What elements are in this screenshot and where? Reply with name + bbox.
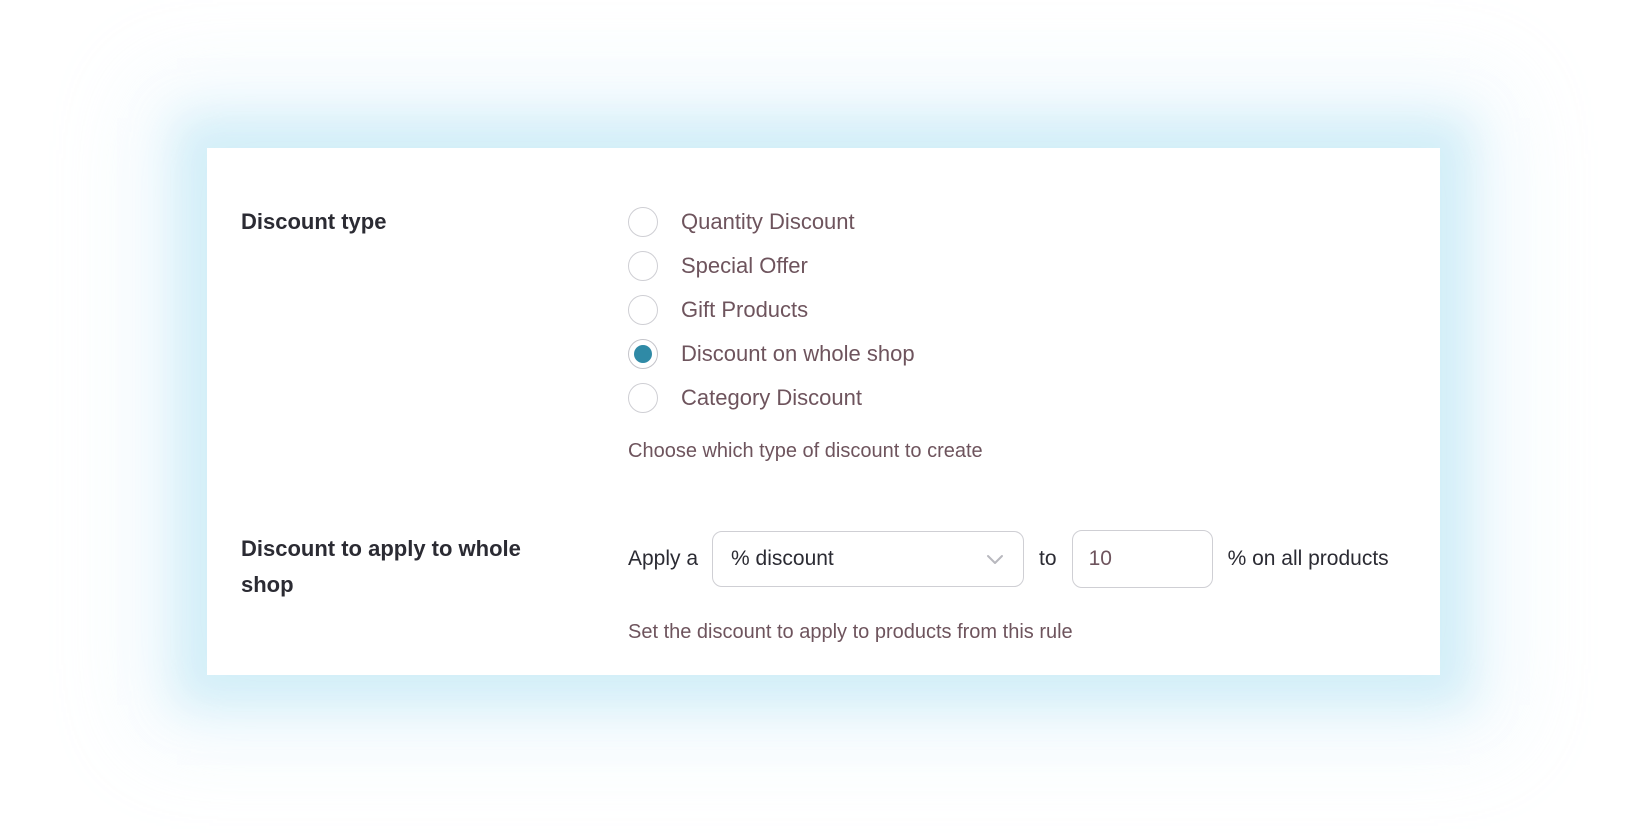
radio-button[interactable] <box>628 383 658 413</box>
discount-kind-select-value: % discount <box>731 547 834 570</box>
whole-shop-discount-label: Discount to apply to whole shop <box>241 536 521 597</box>
radio-gift-products[interactable]: Gift Products <box>628 288 915 332</box>
apply-prefix-text: Apply a <box>628 547 699 570</box>
radio-button[interactable] <box>628 339 658 369</box>
radio-button[interactable] <box>628 295 658 325</box>
discount-kind-select[interactable]: % discount <box>712 531 1025 587</box>
discount-type-help-text: Choose which type of discount to create <box>628 440 983 462</box>
radio-label: Gift Products <box>681 297 809 322</box>
radio-category-discount[interactable]: Category Discount <box>628 376 915 420</box>
whole-shop-help-text: Set the discount to apply to products fr… <box>628 621 1073 643</box>
radio-label: Quantity Discount <box>681 209 855 234</box>
page-background: Discount type Quantity Discount Special … <box>0 0 1636 838</box>
radio-discount-whole-shop[interactable]: Discount on whole shop <box>628 332 915 376</box>
whole-shop-discount-controls: Apply a % discount to % on all products <box>628 530 1389 588</box>
radio-button[interactable] <box>628 207 658 237</box>
radio-label: Category Discount <box>681 385 862 410</box>
discount-type-radio-group: Quantity Discount Special Offer Gift Pro… <box>628 200 915 420</box>
radio-special-offer[interactable]: Special Offer <box>628 244 915 288</box>
radio-quantity-discount[interactable]: Quantity Discount <box>628 200 915 244</box>
settings-card: Discount type Quantity Discount Special … <box>207 148 1440 675</box>
discount-amount-input[interactable] <box>1071 530 1213 588</box>
radio-dot <box>634 345 652 363</box>
to-connector-text: to <box>1039 547 1057 570</box>
discount-type-label: Discount type <box>241 209 387 234</box>
chevron-down-icon <box>987 555 1004 564</box>
radio-label: Special Offer <box>681 253 808 278</box>
apply-suffix-text: % on all products <box>1227 547 1389 570</box>
radio-label: Discount on whole shop <box>681 341 915 366</box>
radio-button[interactable] <box>628 251 658 281</box>
